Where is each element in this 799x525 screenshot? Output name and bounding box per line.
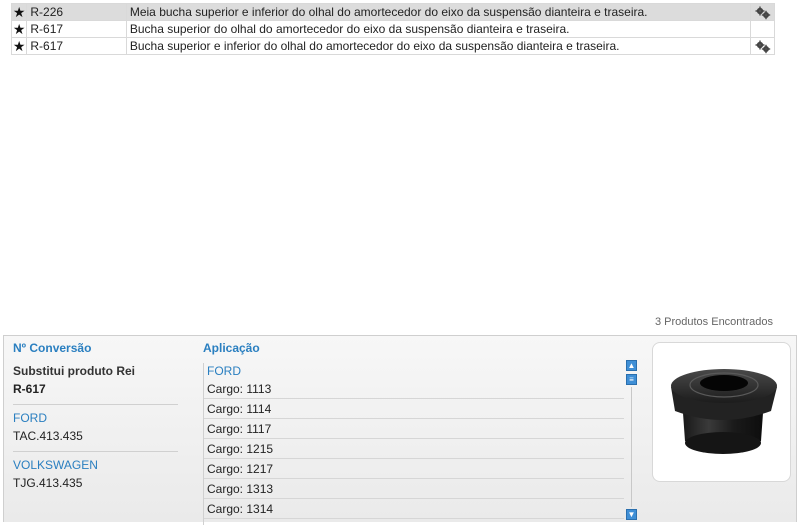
- conversion-item: VOLKSWAGEN TJG.413.435: [13, 452, 178, 498]
- application-header: Aplicação: [203, 341, 260, 355]
- application-column: Aplicação FORD Cargo: 1113 Cargo: 1114 C…: [203, 340, 624, 525]
- product-description[interactable]: Bucha superior e inferior do olhal do am…: [125, 37, 752, 55]
- conversion-header: Nº Conversão: [13, 341, 92, 355]
- product-description[interactable]: Bucha superior do olhal do amortecedor d…: [125, 20, 752, 38]
- results-count: 3 Produtos Encontrados: [654, 316, 773, 328]
- conversion-code: TAC.413.435: [13, 429, 83, 443]
- bushing-image: [671, 369, 777, 454]
- conversion-code: TJG.413.435: [13, 476, 83, 490]
- product-detail-panel: Nº Conversão Substitui produto Rei R-617…: [3, 335, 797, 525]
- application-list[interactable]: FORD Cargo: 1113 Cargo: 1114 Cargo: 1117…: [203, 363, 624, 525]
- substitutes-code: R-617: [13, 382, 46, 396]
- star-icon[interactable]: ★: [10, 3, 28, 21]
- star-icon[interactable]: ★: [10, 20, 28, 38]
- scroll-track[interactable]: [631, 387, 632, 507]
- empty-action-cell: [750, 20, 775, 38]
- gears-icon[interactable]: [750, 3, 775, 21]
- application-item: Cargo: 1217: [204, 459, 624, 479]
- product-code[interactable]: R-226: [26, 3, 127, 21]
- conversion-brand: FORD: [13, 411, 47, 425]
- scroll-up-icon[interactable]: ▲: [626, 360, 637, 371]
- application-item: Cargo: 1313: [204, 479, 624, 499]
- application-item: Cargo: 1215: [204, 439, 624, 459]
- application-item: Cargo: 1314: [204, 499, 624, 519]
- application-item: Cargo: 1114: [204, 399, 624, 419]
- result-row[interactable]: ★ R-226 Meia bucha superior e inferior d…: [10, 3, 775, 21]
- application-brand: FORD: [207, 364, 241, 378]
- product-code[interactable]: R-617: [26, 37, 127, 55]
- star-icon[interactable]: ★: [10, 37, 28, 55]
- product-image: [652, 342, 791, 482]
- conversion-item: FORD TAC.413.435: [13, 405, 178, 452]
- conversion-column: Nº Conversão Substitui produto Rei R-617…: [13, 340, 178, 498]
- product-code[interactable]: R-617: [26, 20, 127, 38]
- result-row[interactable]: ★ R-617 Bucha superior do olhal do amort…: [10, 20, 775, 38]
- scroll-list-icon[interactable]: ≡: [626, 374, 637, 385]
- application-scrollbar[interactable]: ▲ ≡ ▼: [626, 360, 638, 522]
- application-item: Cargo: 1117: [204, 419, 624, 439]
- substitutes-label: Substitui produto Rei: [13, 364, 135, 378]
- product-description[interactable]: Meia bucha superior e inferior do olhal …: [125, 3, 752, 21]
- conversion-brand: VOLKSWAGEN: [13, 458, 98, 472]
- substitutes-block: Substitui produto Rei R-617: [13, 358, 178, 405]
- scroll-down-icon[interactable]: ▼: [626, 509, 637, 520]
- result-row[interactable]: ★ R-617 Bucha superior e inferior do olh…: [10, 37, 775, 55]
- application-item: Cargo: 1113: [204, 379, 624, 399]
- gears-icon[interactable]: [750, 37, 775, 55]
- results-table: ★ R-226 Meia bucha superior e inferior d…: [10, 3, 775, 55]
